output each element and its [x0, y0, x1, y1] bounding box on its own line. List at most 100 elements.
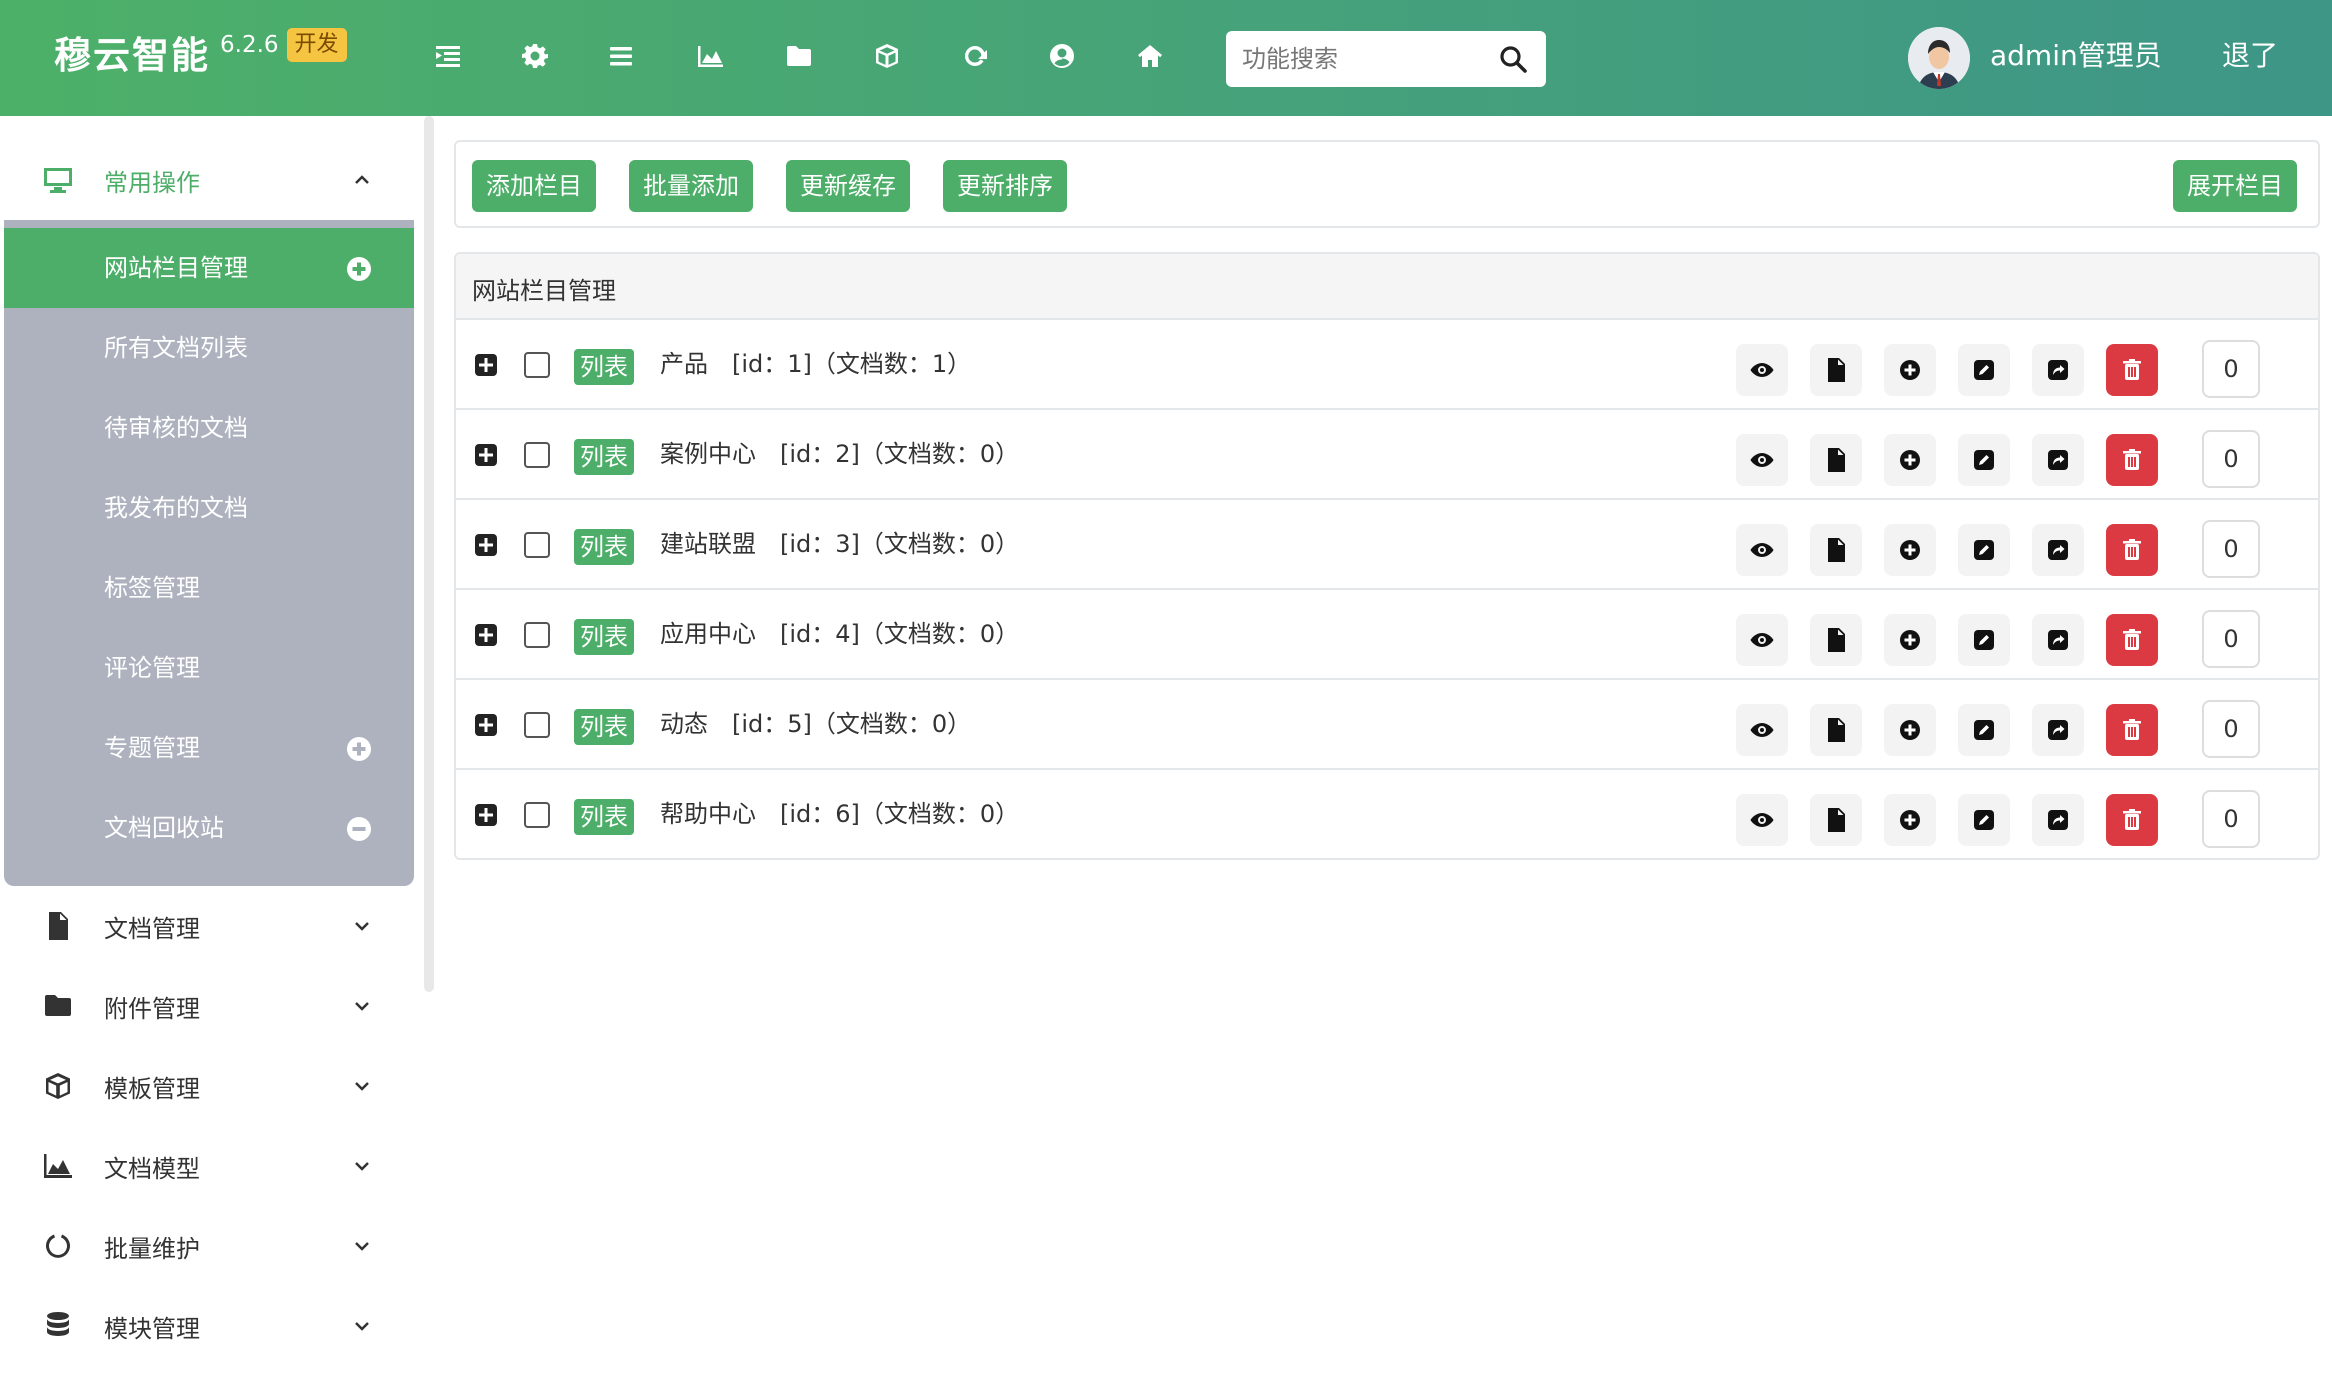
- sidebar-item-recycle[interactable]: 文档回收站: [4, 788, 414, 868]
- column-name[interactable]: 建站联盟 [id：3]（文档数：0）: [660, 527, 1019, 561]
- row-checkbox[interactable]: [524, 802, 550, 828]
- sidebar-menu-batch[interactable]: 批量维护: [0, 1206, 418, 1286]
- move-icon[interactable]: [2032, 434, 2084, 486]
- column-name[interactable]: 案例中心 [id：2]（文档数：0）: [660, 437, 1019, 471]
- expand-columns-button[interactable]: 展开栏目: [2173, 160, 2297, 212]
- expand-plus-icon[interactable]: [474, 533, 498, 557]
- gear-icon[interactable]: [517, 38, 553, 74]
- area-chart-icon[interactable]: [692, 38, 728, 74]
- expand-plus-icon[interactable]: [474, 353, 498, 377]
- edit-icon[interactable]: [1958, 344, 2010, 396]
- sidebar-menu-docs[interactable]: 文档管理: [0, 886, 418, 966]
- file-icon[interactable]: [1810, 344, 1862, 396]
- move-icon[interactable]: [2032, 704, 2084, 756]
- view-icon[interactable]: [1736, 434, 1788, 486]
- file-icon[interactable]: [1810, 524, 1862, 576]
- sidebar-item-my-docs[interactable]: 我发布的文档: [4, 468, 414, 548]
- add-column-button[interactable]: 添加栏目: [472, 160, 596, 212]
- edit-icon[interactable]: [1958, 794, 2010, 846]
- file-icon[interactable]: [1810, 704, 1862, 756]
- add-child-icon[interactable]: [1884, 524, 1936, 576]
- admin-name[interactable]: admin管理员: [1990, 38, 2162, 74]
- plus-circle-icon[interactable]: [346, 736, 372, 762]
- expand-plus-icon[interactable]: [474, 803, 498, 827]
- plus-circle-icon[interactable]: [346, 256, 372, 282]
- add-child-icon[interactable]: [1884, 614, 1936, 666]
- move-icon[interactable]: [2032, 614, 2084, 666]
- sidebar-item-pending-docs[interactable]: 待审核的文档: [4, 388, 414, 468]
- update-sort-button[interactable]: 更新排序: [943, 160, 1067, 212]
- sort-order-input[interactable]: [2202, 790, 2260, 848]
- sort-order-input[interactable]: [2202, 700, 2260, 758]
- row-checkbox[interactable]: [524, 442, 550, 468]
- avatar[interactable]: [1908, 27, 1970, 89]
- list-icon[interactable]: [603, 38, 639, 74]
- edit-icon[interactable]: [1958, 704, 2010, 756]
- file-icon[interactable]: [1810, 794, 1862, 846]
- row-checkbox[interactable]: [524, 352, 550, 378]
- minus-circle-icon[interactable]: [346, 816, 372, 842]
- sort-order-input[interactable]: [2202, 610, 2260, 668]
- sidebar-menu-templates[interactable]: 模板管理: [0, 1046, 418, 1126]
- add-child-icon[interactable]: [1884, 344, 1936, 396]
- list-tag[interactable]: 列表: [574, 439, 634, 475]
- sort-order-input[interactable]: [2202, 340, 2260, 398]
- view-icon[interactable]: [1736, 614, 1788, 666]
- search-icon[interactable]: [1498, 44, 1528, 74]
- sort-order-input[interactable]: [2202, 430, 2260, 488]
- edit-icon[interactable]: [1958, 524, 2010, 576]
- list-tag[interactable]: 列表: [574, 529, 634, 565]
- cube-icon[interactable]: [869, 38, 905, 74]
- add-child-icon[interactable]: [1884, 794, 1936, 846]
- home-icon[interactable]: [1132, 38, 1168, 74]
- expand-plus-icon[interactable]: [474, 713, 498, 737]
- column-name[interactable]: 产品 [id：1]（文档数：1）: [660, 347, 971, 381]
- view-icon[interactable]: [1736, 794, 1788, 846]
- move-icon[interactable]: [2032, 524, 2084, 576]
- delete-icon[interactable]: [2106, 614, 2158, 666]
- sidebar-scrollbar[interactable]: [424, 116, 434, 992]
- view-icon[interactable]: [1736, 704, 1788, 756]
- sidebar-item-all-docs[interactable]: 所有文档列表: [4, 308, 414, 388]
- sidebar-menu-attachments[interactable]: 附件管理: [0, 966, 418, 1046]
- folder-icon[interactable]: [781, 38, 817, 74]
- delete-icon[interactable]: [2106, 524, 2158, 576]
- list-tag[interactable]: 列表: [574, 799, 634, 835]
- sidebar-item-tags[interactable]: 标签管理: [4, 548, 414, 628]
- sidebar-item-comments[interactable]: 评论管理: [4, 628, 414, 708]
- menu-indent-icon[interactable]: [430, 38, 466, 74]
- delete-icon[interactable]: [2106, 794, 2158, 846]
- column-name[interactable]: 应用中心 [id：4]（文档数：0）: [660, 617, 1019, 651]
- add-child-icon[interactable]: [1884, 704, 1936, 756]
- brand[interactable]: 穆云智能 6.2.6 开发: [54, 28, 347, 82]
- delete-icon[interactable]: [2106, 344, 2158, 396]
- delete-icon[interactable]: [2106, 434, 2158, 486]
- column-name[interactable]: 动态 [id：5]（文档数：0）: [660, 707, 971, 741]
- sidebar-item-columns[interactable]: 网站栏目管理: [4, 228, 414, 308]
- list-tag[interactable]: 列表: [574, 709, 634, 745]
- view-icon[interactable]: [1736, 344, 1788, 396]
- file-icon[interactable]: [1810, 434, 1862, 486]
- sort-order-input[interactable]: [2202, 520, 2260, 578]
- move-icon[interactable]: [2032, 344, 2084, 396]
- update-cache-button[interactable]: 更新缓存: [786, 160, 910, 212]
- edit-icon[interactable]: [1958, 434, 2010, 486]
- row-checkbox[interactable]: [524, 532, 550, 558]
- user-circle-icon[interactable]: [1044, 38, 1080, 74]
- refresh-icon[interactable]: [957, 38, 993, 74]
- list-tag[interactable]: 列表: [574, 619, 634, 655]
- move-icon[interactable]: [2032, 794, 2084, 846]
- batch-add-button[interactable]: 批量添加: [629, 160, 753, 212]
- list-tag[interactable]: 列表: [574, 349, 634, 385]
- column-name[interactable]: 帮助中心 [id：6]（文档数：0）: [660, 797, 1019, 831]
- sidebar-group-common[interactable]: 常用操作: [0, 140, 418, 220]
- row-checkbox[interactable]: [524, 622, 550, 648]
- row-checkbox[interactable]: [524, 712, 550, 738]
- search-input[interactable]: [1242, 45, 1492, 73]
- expand-plus-icon[interactable]: [474, 443, 498, 467]
- expand-plus-icon[interactable]: [474, 623, 498, 647]
- sidebar-menu-modules[interactable]: 模块管理: [0, 1286, 418, 1366]
- view-icon[interactable]: [1736, 524, 1788, 576]
- logout-link[interactable]: 退了: [2222, 38, 2278, 74]
- file-icon[interactable]: [1810, 614, 1862, 666]
